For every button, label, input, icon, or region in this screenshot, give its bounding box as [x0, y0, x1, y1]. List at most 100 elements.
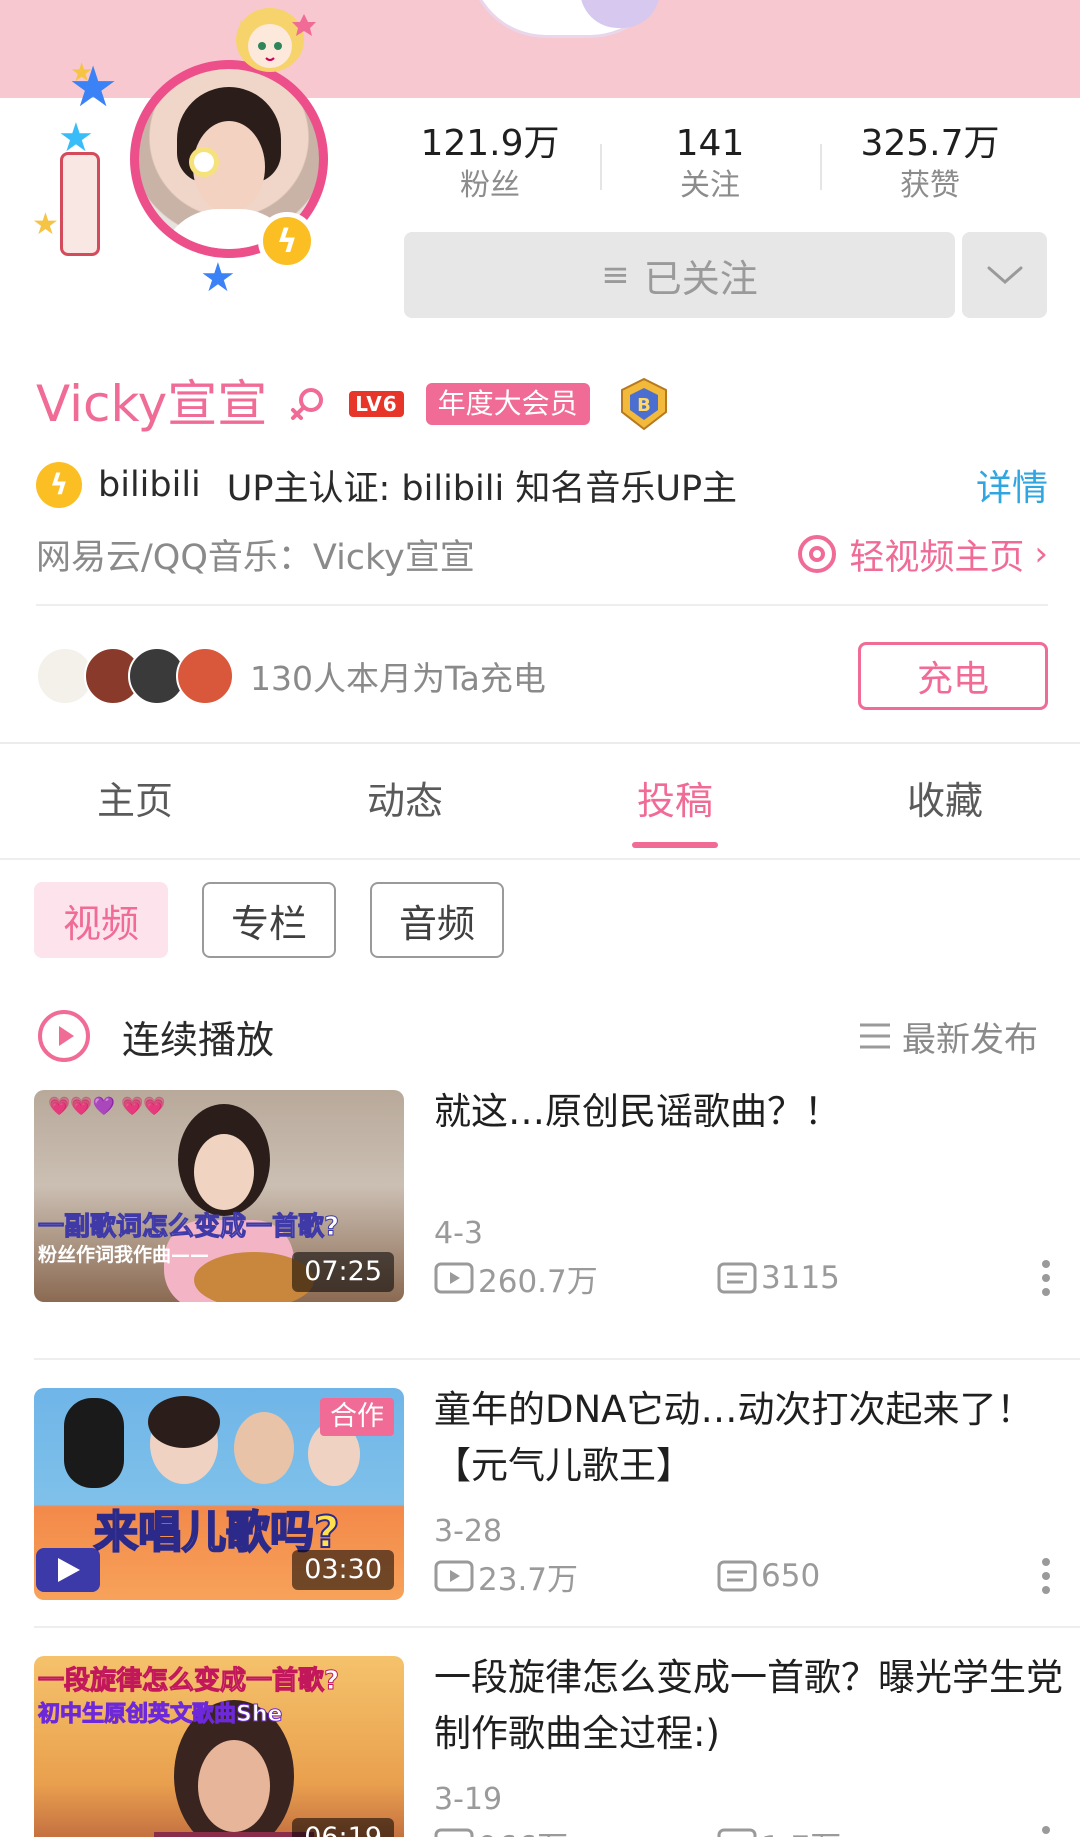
stats-row: 121.9万 粉丝 141 关注 325.7万 获赞 [380, 122, 1040, 208]
star-decoration-icon: ★ [70, 58, 94, 88]
svg-text:💗💗💜 💗💗: 💗💗💜 💗💗 [48, 1096, 166, 1117]
name-row: Vicky宣宣 LV6 年度大会员 B [36, 372, 672, 436]
video-date: 3-28 [434, 1514, 503, 1549]
avatar-area[interactable]: ★ ★ ★ ★ ★ ϟ [30, 0, 330, 310]
verify-source: bilibili [98, 465, 201, 505]
play-count-icon [434, 1262, 474, 1294]
username: Vicky宣宣 [36, 375, 268, 433]
more-options-icon[interactable] [1040, 1824, 1052, 1837]
danmaku-count: 1.7万 [717, 1822, 841, 1837]
follow-dropdown-button[interactable] [962, 232, 1047, 318]
danmaku-count-value: 650 [761, 1558, 821, 1594]
bottle-decoration-icon [60, 152, 100, 256]
view-count: 260.7万 [434, 1256, 717, 1301]
verification-row: ϟ bilibili UP主认证: bilibili 知名音乐UP主 详情 [36, 456, 1048, 514]
stat-following[interactable]: 141 关注 [600, 122, 820, 208]
video-thumbnail[interactable]: 💗💗💜 💗💗 一副歌词怎么变成一首歌? 粉丝作词我作曲—— 07:25 [34, 1090, 404, 1302]
view-count: 966万 [434, 1822, 717, 1837]
fan-avatar [176, 647, 234, 705]
thumbnail-title-text: 一段旋律怎么变成一首歌? [37, 1666, 340, 1697]
filter-video[interactable]: 视频 [34, 882, 168, 958]
filter-articles[interactable]: 专栏 [202, 882, 336, 958]
svg-text:B: B [637, 395, 651, 416]
view-count-value: 260.7万 [478, 1263, 598, 1300]
anime-girl-decoration-icon [236, 8, 316, 72]
more-options-icon[interactable] [1040, 1556, 1052, 1596]
video-date: 3-19 [434, 1782, 503, 1817]
video-item[interactable]: 一段旋律怎么变成一首歌? 初中生原创英文歌曲She 06:19 一段旋律怎么变成… [34, 1626, 1080, 1837]
tab-dynamics[interactable]: 动态 [270, 744, 540, 858]
video-duration: 07:25 [292, 1252, 394, 1292]
stat-label: 获赞 [900, 168, 960, 203]
danmaku-count: 650 [717, 1558, 820, 1594]
danmaku-count-value: 1.7万 [761, 1822, 841, 1837]
video-title[interactable]: 就这…原创民谣歌曲？！ [434, 1084, 1064, 1140]
danmaku-count-value: 3115 [761, 1260, 840, 1296]
stat-likes[interactable]: 325.7万 获赞 [820, 122, 1040, 208]
stat-fans[interactable]: 121.9万 粉丝 [380, 122, 600, 208]
tab-home[interactable]: 主页 [0, 744, 270, 858]
danmaku-icon [717, 1262, 757, 1294]
video-date: 4-3 [434, 1216, 483, 1251]
video-item[interactable]: 来唱儿歌吗? 合作 03:30 童年的DNA它动…动次打次起来了！【元气儿歌王】… [34, 1358, 1080, 1626]
followed-button[interactable]: ≡ 已关注 [404, 232, 955, 318]
danmaku-icon [717, 1560, 757, 1592]
stat-value: 121.9万 [420, 123, 560, 164]
light-video-homepage-link[interactable]: 轻视频主页 › [795, 529, 1048, 580]
play-count-icon [434, 1560, 474, 1592]
chevron-right-icon: › [1034, 534, 1048, 574]
menu-lines-icon: ≡ [601, 255, 630, 295]
thumbnail-subtitle-text: 初中生原创英文歌曲She [37, 1702, 283, 1728]
play-count-icon [434, 1828, 474, 1837]
filter-audio[interactable]: 音频 [370, 882, 504, 958]
female-gender-icon [291, 388, 324, 420]
bio-text: 网易云/QQ音乐：Vicky宣宣 [36, 537, 475, 578]
light-video-icon [798, 535, 837, 573]
video-duration: 03:30 [292, 1550, 394, 1590]
stat-label: 粉丝 [460, 168, 520, 203]
view-count: 23.7万 [434, 1554, 717, 1599]
view-count-value: 23.7万 [478, 1561, 579, 1598]
lightning-verify-icon: ϟ [36, 462, 82, 508]
video-duration: 06:19 [292, 1818, 394, 1837]
play-all-icon[interactable] [36, 1008, 92, 1064]
content-type-filters: 视频 专栏 音频 [34, 882, 504, 958]
collaboration-tag: 合作 [320, 1398, 394, 1436]
danmaku-count: 3115 [717, 1260, 840, 1296]
video-item[interactable]: 💗💗💜 💗💗 一副歌词怎么变成一首歌? 粉丝作词我作曲—— 07:25 就这…原… [34, 1090, 1080, 1358]
sort-label: 最新发布 [902, 1019, 1038, 1060]
charging-fans-avatars[interactable] [36, 645, 240, 707]
charge-count-text: 130人本月为Ta充电 [250, 659, 546, 698]
lightning-badge-icon: ϟ [258, 212, 316, 270]
stat-label: 关注 [680, 168, 740, 203]
video-thumbnail[interactable]: 来唱儿歌吗? 合作 03:30 [34, 1388, 404, 1600]
video-title[interactable]: 一段旋律怎么变成一首歌？曝光学生党制作歌曲全过程:) [434, 1650, 1064, 1762]
play-all-label[interactable]: 连续播放 [122, 1009, 274, 1064]
verify-description: UP主认证: bilibili 知名音乐UP主 [226, 468, 738, 509]
star-decoration-icon: ★ [200, 255, 236, 301]
video-meta: 23.7万 650 [434, 1554, 1064, 1599]
tab-favorites[interactable]: 收藏 [810, 744, 1080, 858]
play-all-row: 连续播放 最新发布 [36, 1006, 1048, 1066]
video-thumbnail[interactable]: 一段旋律怎么变成一首歌? 初中生原创英文歌曲She 06:19 [34, 1656, 404, 1837]
video-title[interactable]: 童年的DNA它动…动次打次起来了！【元气儿歌王】 [434, 1382, 1064, 1494]
stat-value: 141 [675, 123, 745, 164]
medal-icon[interactable]: B [616, 376, 672, 432]
bio-row: 网易云/QQ音乐：Vicky宣宣 轻视频主页 › [36, 526, 1048, 582]
followed-label: 已关注 [643, 256, 758, 301]
more-options-icon[interactable] [1040, 1258, 1052, 1298]
sort-dropdown[interactable]: 最新发布 [858, 1012, 1038, 1061]
star-decoration-icon: ★ [32, 207, 59, 242]
thumbnail-title-text: 一副歌词怎么变成一首歌? [37, 1212, 340, 1243]
divider [36, 604, 1048, 606]
light-video-label: 轻视频主页 [849, 537, 1025, 578]
tab-uploads[interactable]: 投稿 [540, 744, 810, 858]
chevron-down-icon [987, 266, 1022, 284]
charge-button[interactable]: 充电 [858, 642, 1048, 710]
vip-badge[interactable]: 年度大会员 [425, 383, 590, 425]
video-meta: 966万 1.7万 [434, 1824, 1064, 1837]
details-link[interactable]: 详情 [976, 459, 1048, 511]
danmaku-icon [717, 1828, 757, 1837]
video-meta: 260.7万 3115 [434, 1256, 1064, 1301]
profile-tabs: 主页 动态 投稿 收藏 [0, 744, 1080, 860]
